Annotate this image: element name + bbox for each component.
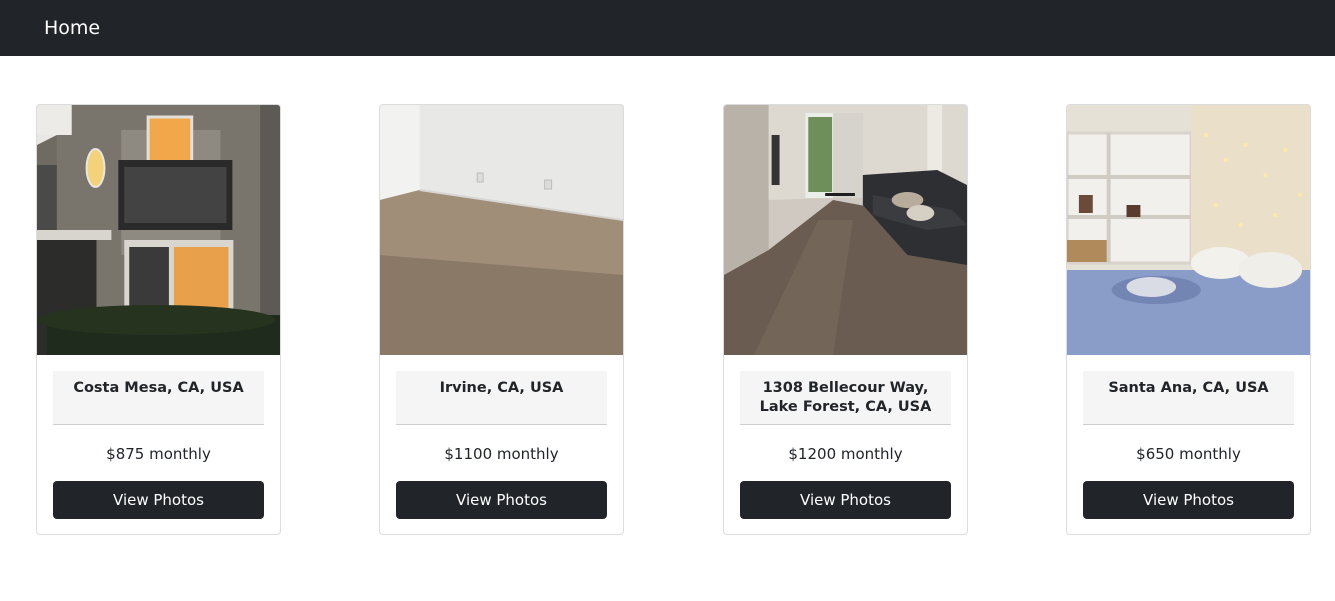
view-photos-button[interactable]: View Photos: [740, 481, 951, 519]
listing-location: Costa Mesa, CA, USA: [73, 380, 244, 396]
listing-card: 1308 Bellecour Way, Lake Forest, CA, USA…: [723, 104, 968, 535]
top-navbar: Home: [0, 0, 1335, 56]
listing-location: Irvine, CA, USA: [439, 380, 564, 396]
listing-price: $1100 monthly: [444, 445, 559, 463]
bedroom-photo: [1067, 105, 1310, 355]
view-photos-button[interactable]: View Photos: [53, 481, 264, 519]
card-title-box: Santa Ana, CA, USA: [1083, 371, 1294, 425]
card-title-box: 1308 Bellecour Way, Lake Forest, CA, USA: [740, 371, 951, 425]
listing-price: $1200 monthly: [788, 445, 903, 463]
listing-location: Santa Ana, CA, USA: [1108, 380, 1269, 396]
view-photos-button[interactable]: View Photos: [396, 481, 607, 519]
card-title-box: Costa Mesa, CA, USA: [53, 371, 264, 425]
nav-home-link[interactable]: Home: [44, 17, 100, 39]
listing-price: $875 monthly: [106, 445, 211, 463]
listing-grid: Costa Mesa, CA, USA $875 monthly View Ph…: [0, 56, 1335, 601]
house-exterior-photo: [37, 105, 280, 355]
card-title-box: Irvine, CA, USA: [396, 371, 607, 425]
carpeted-room-photo: [380, 105, 623, 355]
living-room-photo: [724, 105, 967, 355]
listing-card: Costa Mesa, CA, USA $875 monthly View Ph…: [36, 104, 281, 535]
listing-location: 1308 Bellecour Way, Lake Forest, CA, USA: [759, 380, 932, 415]
listing-card: Santa Ana, CA, USA $650 monthly View Pho…: [1066, 104, 1311, 535]
listing-card: Irvine, CA, USA $1100 monthly View Photo…: [379, 104, 624, 535]
listing-price: $650 monthly: [1136, 445, 1241, 463]
view-photos-button[interactable]: View Photos: [1083, 481, 1294, 519]
